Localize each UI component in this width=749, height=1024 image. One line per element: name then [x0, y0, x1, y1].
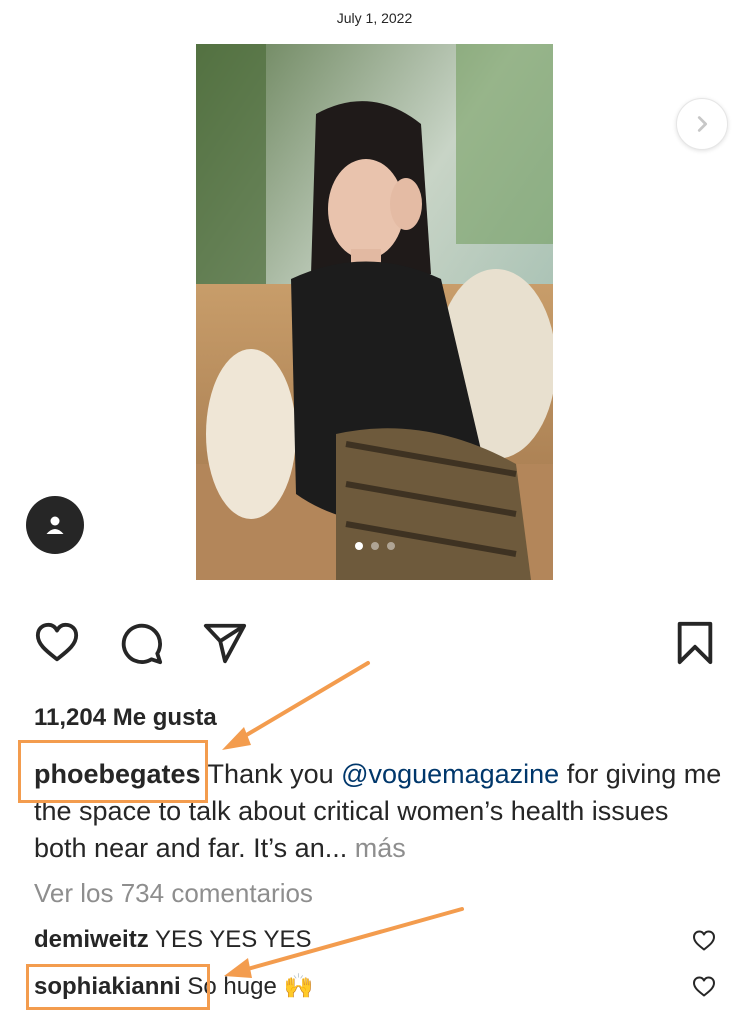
carousel-dot-active — [354, 542, 363, 550]
next-slide-button[interactable] — [676, 98, 728, 150]
heart-icon[interactable] — [34, 620, 80, 666]
caption-more-link[interactable]: más — [355, 833, 406, 863]
comment-icon[interactable] — [118, 620, 164, 666]
comment-username[interactable]: demiweitz — [34, 926, 149, 953]
chevron-right-icon — [697, 116, 708, 132]
profile-avatar-button[interactable] — [26, 496, 84, 554]
view-comments-link[interactable]: Ver los 734 comentarios — [34, 878, 313, 909]
annotation-arrow — [236, 661, 370, 742]
like-count[interactable]: 11,204 Me gusta — [34, 704, 217, 732]
post-date: July 1, 2022 — [336, 10, 413, 26]
paper-plane-icon[interactable] — [202, 620, 248, 666]
comment-row: demiweitz YES YES YES — [34, 926, 311, 954]
highlight-box-comment-username — [26, 964, 210, 1010]
comment-text: YES YES YES — [148, 926, 312, 953]
carousel-indicator — [196, 542, 553, 550]
carousel-dot — [370, 542, 379, 550]
caption-mention-link[interactable]: @voguemagazine — [341, 759, 559, 789]
post-photo[interactable] — [196, 44, 553, 580]
caption-text: Thank you — [200, 759, 342, 789]
highlight-box-caption-username — [18, 740, 208, 803]
comment-like-icon[interactable] — [692, 975, 716, 999]
post-photo-illustration — [196, 44, 553, 580]
comment-like-icon[interactable] — [692, 929, 716, 953]
carousel-dot — [386, 542, 395, 550]
annotation-arrowhead — [222, 727, 251, 750]
bookmark-icon[interactable] — [672, 620, 718, 666]
user-icon — [46, 516, 64, 534]
